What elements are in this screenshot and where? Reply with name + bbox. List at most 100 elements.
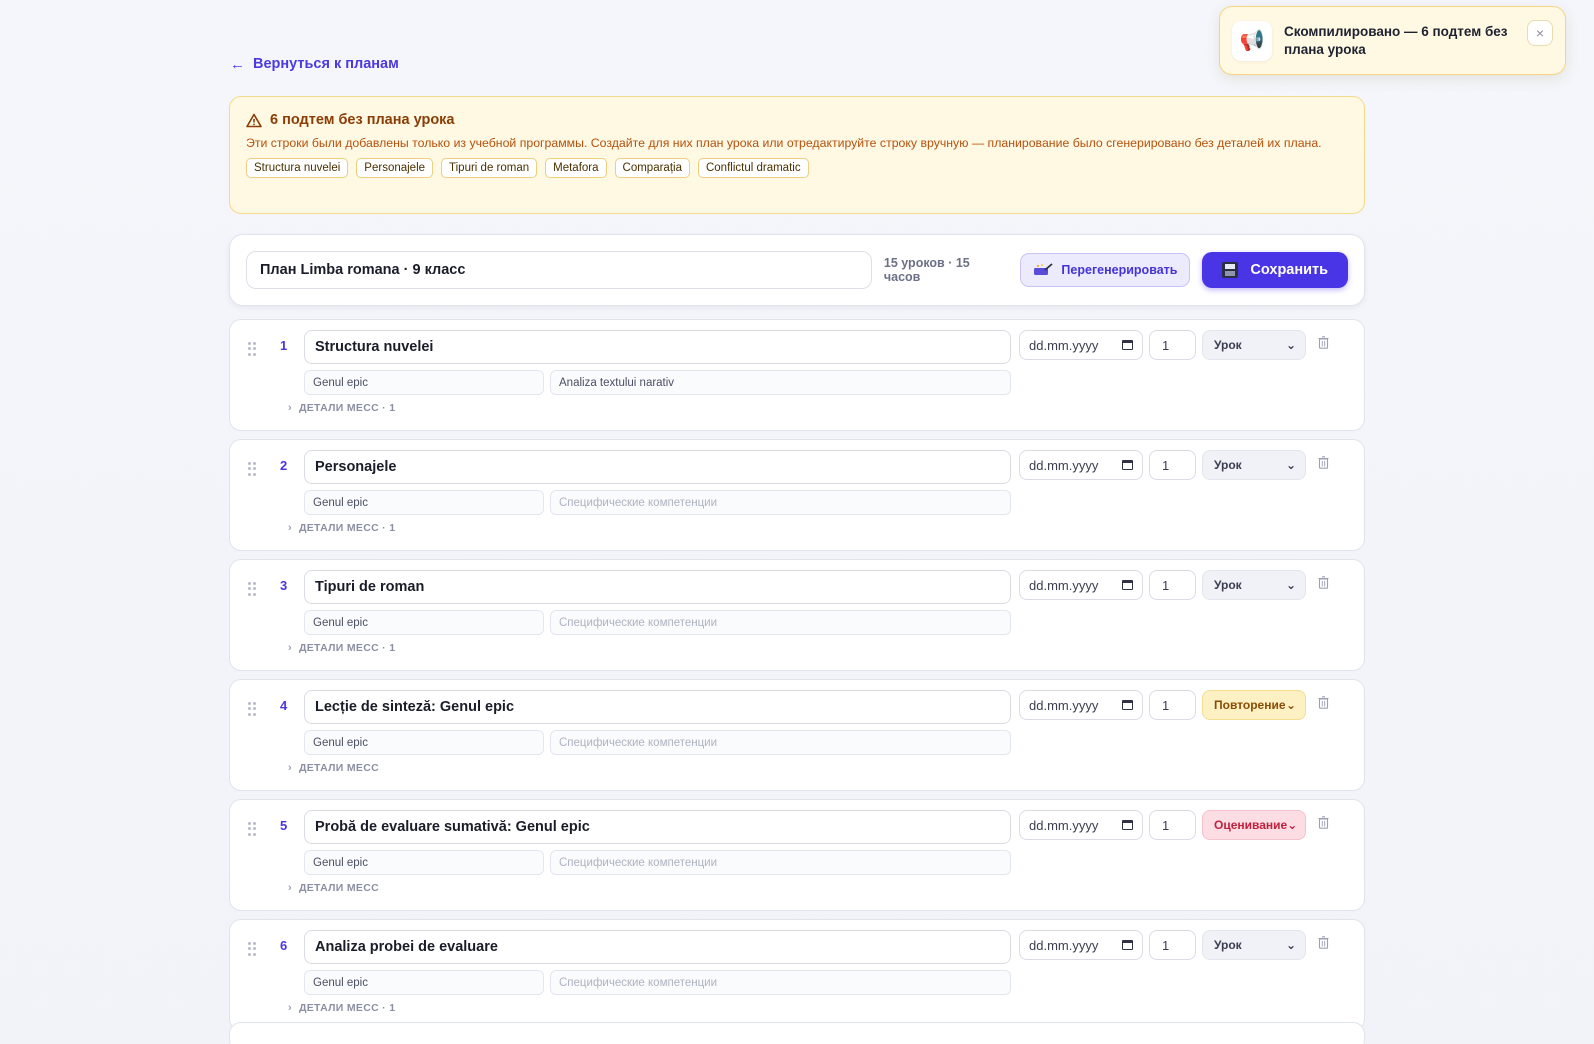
lesson-type-select[interactable]: Повторение ⌄ bbox=[1202, 690, 1306, 720]
details-toggle[interactable]: › ДЕТАЛИ МЕСС bbox=[288, 882, 379, 894]
drag-handle-icon[interactable] bbox=[248, 702, 256, 716]
lesson-card: 2 Personajele Genul epic Специфические к… bbox=[229, 439, 1365, 551]
calendar-icon[interactable] bbox=[1122, 340, 1133, 350]
competence-field[interactable]: Специфические компетенции bbox=[550, 610, 1011, 635]
hours-input[interactable]: 1 bbox=[1149, 690, 1196, 720]
date-placeholder: dd.mm.yyyy bbox=[1029, 457, 1099, 473]
lesson-type-select[interactable]: Оценивание ⌄ bbox=[1202, 810, 1306, 840]
lesson-type-select[interactable]: Урок ⌄ bbox=[1202, 570, 1306, 600]
drag-handle-icon[interactable] bbox=[248, 342, 256, 356]
details-toggle[interactable]: › ДЕТАЛИ МЕСС · 1 bbox=[288, 1002, 395, 1014]
topic-chip: Metafora bbox=[545, 158, 607, 178]
warning-title-row: 6 подтем без плана урока bbox=[246, 112, 1348, 128]
megaphone-icon: 📢 bbox=[1232, 20, 1272, 61]
topic-chip: Tipuri de roman bbox=[441, 158, 538, 178]
details-toggle[interactable]: › ДЕТАЛИ МЕСС · 1 bbox=[288, 522, 395, 534]
hours-input[interactable]: 1 bbox=[1149, 810, 1196, 840]
regenerate-button[interactable]: Перегенерировать bbox=[1020, 253, 1191, 287]
lesson-card: 1 Structura nuvelei Genul epic Analiza t… bbox=[229, 319, 1365, 431]
date-placeholder: dd.mm.yyyy bbox=[1029, 337, 1099, 353]
lesson-number: 1 bbox=[280, 338, 288, 353]
chevron-right-icon: › bbox=[288, 522, 292, 534]
date-input[interactable]: dd.mm.yyyy bbox=[1019, 930, 1143, 960]
hours-input[interactable]: 1 bbox=[1149, 570, 1196, 600]
chevron-down-icon: ⌄ bbox=[1285, 698, 1296, 712]
date-input[interactable]: dd.mm.yyyy bbox=[1019, 330, 1143, 360]
lesson-title-input[interactable]: Lecție de sinteză: Genul epic bbox=[304, 690, 1011, 724]
drag-handle-icon[interactable] bbox=[248, 822, 256, 836]
lesson-number: 2 bbox=[280, 458, 288, 473]
magic-wand-icon bbox=[1034, 263, 1054, 275]
unit-field[interactable]: Genul epic bbox=[304, 730, 544, 755]
chevron-down-icon: ⌄ bbox=[1285, 458, 1296, 472]
toast-close-button[interactable]: × bbox=[1527, 20, 1553, 46]
missing-plans-warning: 6 подтем без плана урока Эти строки были… bbox=[229, 96, 1365, 214]
drag-handle-icon[interactable] bbox=[248, 462, 256, 476]
lesson-type-select[interactable]: Урок ⌄ bbox=[1202, 450, 1306, 480]
date-input[interactable]: dd.mm.yyyy bbox=[1019, 810, 1143, 840]
hours-input[interactable]: 1 bbox=[1149, 930, 1196, 960]
drag-handle-icon[interactable] bbox=[248, 582, 256, 596]
unit-field[interactable]: Genul epic bbox=[304, 970, 544, 995]
details-label: ДЕТАЛИ МЕСС · 1 bbox=[298, 642, 396, 654]
calendar-icon[interactable] bbox=[1122, 940, 1133, 950]
lesson-type-select[interactable]: Урок ⌄ bbox=[1202, 930, 1306, 960]
topic-chip: Personajele bbox=[356, 158, 434, 178]
drag-handle-icon[interactable] bbox=[248, 942, 256, 956]
unit-field[interactable]: Genul epic bbox=[304, 490, 544, 515]
save-button[interactable]: Сохранить bbox=[1202, 252, 1348, 288]
hours-input[interactable]: 1 bbox=[1149, 330, 1196, 360]
lesson-card-partial bbox=[229, 1022, 1365, 1044]
details-label: ДЕТАЛИ МЕСС · 1 bbox=[298, 402, 396, 414]
lesson-title-input[interactable]: Personajele bbox=[304, 450, 1011, 484]
trash-icon[interactable] bbox=[1318, 936, 1329, 949]
unit-field[interactable]: Genul epic bbox=[304, 370, 544, 395]
chevron-down-icon: ⌄ bbox=[1285, 578, 1296, 592]
regenerate-label: Перегенерировать bbox=[1061, 263, 1178, 277]
competence-field[interactable]: Специфические компетенции bbox=[550, 970, 1011, 995]
floppy-disk-icon bbox=[1222, 262, 1239, 278]
competence-field[interactable]: Специфические компетенции bbox=[550, 850, 1011, 875]
details-toggle[interactable]: › ДЕТАЛИ МЕСС · 1 bbox=[288, 402, 395, 414]
calendar-icon[interactable] bbox=[1122, 580, 1133, 590]
date-input[interactable]: dd.mm.yyyy bbox=[1019, 570, 1143, 600]
date-input[interactable]: dd.mm.yyyy bbox=[1019, 450, 1143, 480]
lesson-type-value: Урок bbox=[1214, 458, 1242, 472]
lesson-type-value: Оценивание bbox=[1214, 818, 1288, 832]
trash-icon[interactable] bbox=[1318, 456, 1329, 469]
trash-icon[interactable] bbox=[1318, 576, 1329, 589]
lesson-title-input[interactable]: Structura nuvelei bbox=[304, 330, 1011, 364]
lesson-type-select[interactable]: Урок ⌄ bbox=[1202, 330, 1306, 360]
trash-icon[interactable] bbox=[1318, 816, 1329, 829]
competence-field[interactable]: Analiza textului narativ bbox=[550, 370, 1011, 395]
date-placeholder: dd.mm.yyyy bbox=[1029, 817, 1099, 833]
lesson-card: 5 Probă de evaluare sumativă: Genul epic… bbox=[229, 799, 1365, 911]
lesson-title-input[interactable]: Probă de evaluare sumativă: Genul epic bbox=[304, 810, 1011, 844]
date-input[interactable]: dd.mm.yyyy bbox=[1019, 690, 1143, 720]
plan-title-input[interactable]: План Limba romana · 9 класс bbox=[246, 251, 872, 289]
warning-text: Эти строки были добавлены только из учеб… bbox=[246, 136, 1322, 150]
warning-title: 6 подтем без плана урока bbox=[270, 112, 455, 128]
chevron-down-icon: ⌄ bbox=[1287, 818, 1298, 832]
unit-field[interactable]: Genul epic bbox=[304, 850, 544, 875]
hours-input[interactable]: 1 bbox=[1149, 450, 1196, 480]
calendar-icon[interactable] bbox=[1122, 700, 1133, 710]
back-to-plans-link[interactable]: ← Вернуться к планам bbox=[230, 56, 399, 72]
competence-field[interactable]: Специфические компетенции bbox=[550, 490, 1011, 515]
unit-field[interactable]: Genul epic bbox=[304, 610, 544, 635]
chevron-right-icon: › bbox=[288, 882, 292, 894]
calendar-icon[interactable] bbox=[1122, 820, 1133, 830]
trash-icon[interactable] bbox=[1318, 696, 1329, 709]
details-toggle[interactable]: › ДЕТАЛИ МЕСС bbox=[288, 762, 379, 774]
lesson-title-input[interactable]: Analiza probei de evaluare bbox=[304, 930, 1011, 964]
competence-field[interactable]: Специфические компетенции bbox=[550, 730, 1011, 755]
lesson-type-value: Повторение bbox=[1214, 698, 1286, 712]
topic-chip: Structura nuvelei bbox=[246, 158, 349, 178]
chevron-down-icon: ⌄ bbox=[1285, 938, 1296, 952]
calendar-icon[interactable] bbox=[1122, 460, 1133, 470]
trash-icon[interactable] bbox=[1318, 336, 1329, 349]
details-toggle[interactable]: › ДЕТАЛИ МЕСС · 1 bbox=[288, 642, 395, 654]
date-placeholder: dd.mm.yyyy bbox=[1029, 697, 1099, 713]
lesson-number: 5 bbox=[280, 818, 288, 833]
lesson-title-input[interactable]: Tipuri de roman bbox=[304, 570, 1011, 604]
